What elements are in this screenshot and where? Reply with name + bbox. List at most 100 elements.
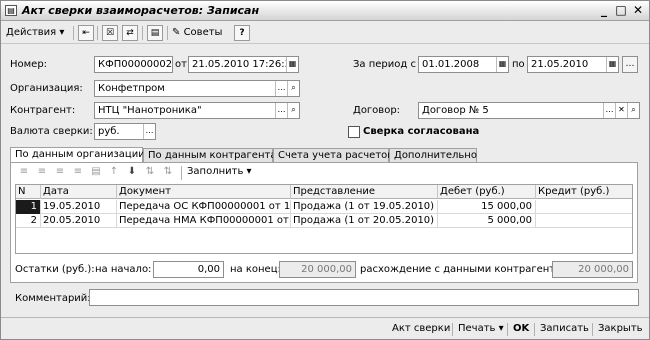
organization-value: Конфетпром: [98, 83, 165, 94]
calendar-icon[interactable]: ▦: [286, 57, 298, 72]
add-row-icon[interactable]: ≡: [18, 166, 30, 178]
column-header[interactable]: Документ: [117, 185, 291, 199]
search-icon[interactable]: ⌕: [287, 103, 299, 118]
delete-row-icon[interactable]: ≡: [72, 166, 84, 178]
period-to-value: 21.05.2010: [531, 59, 589, 70]
ellipsis-icon[interactable]: …: [275, 81, 287, 96]
contract-value: Договор № 5: [422, 105, 489, 116]
tab-panel: ≡ ≡ ≡ ≡ ▤ ↑ ⬇ ⇅ ⇅ Заполнить ▾ N Дата Док…: [10, 162, 638, 283]
agreed-label: Сверка согласована: [363, 126, 480, 137]
search-icon[interactable]: ⌕: [287, 81, 299, 96]
number-field[interactable]: КФП00000002: [94, 56, 173, 73]
footer-separator: [534, 323, 535, 336]
save-button[interactable]: Записать: [540, 321, 589, 337]
contract-field[interactable]: Договор № 5 … ✕ ⌕: [418, 102, 640, 119]
table-row[interactable]: 2 20.05.2010 Передача НМА КФП00000001 от…: [16, 214, 632, 228]
currency-value: руб.: [98, 126, 120, 137]
tab-settlement-accounts[interactable]: Счета учета расчетов: [273, 148, 393, 163]
move-down-icon[interactable]: ⬇: [126, 166, 138, 178]
chevron-down-icon: ▾: [246, 166, 252, 177]
post-document-icon[interactable]: ☒: [102, 25, 118, 41]
footer-separator: [507, 323, 508, 336]
credit-cell: [536, 214, 632, 228]
end-balance-field: 20 000,00: [279, 261, 356, 278]
start-balance-field[interactable]: 0,00: [153, 261, 224, 278]
copy-row-icon[interactable]: ≡: [36, 166, 48, 178]
fill-menu[interactable]: Заполнить ▾: [187, 165, 252, 179]
row-number-cell: 2: [16, 214, 41, 228]
report-icon[interactable]: ▤: [147, 25, 163, 41]
difference-field: 20 000,00: [552, 261, 633, 278]
window-title: Акт сверки взаиморасчетов: Записан: [22, 4, 260, 17]
print-menu[interactable]: Печать ▾: [458, 321, 504, 337]
date-cell: 19.05.2010: [41, 200, 117, 214]
currency-label: Валюта сверки:: [10, 126, 93, 137]
representation-cell: Продажа (1 от 20.05.2010): [291, 214, 438, 228]
back-arrow-icon[interactable]: ⇤: [78, 25, 94, 41]
print-label: Печать: [458, 323, 496, 334]
close-window-button[interactable]: ✕: [631, 3, 645, 17]
chevron-down-icon: ▾: [498, 323, 504, 334]
organization-field[interactable]: Конфетпром … ⌕: [94, 80, 300, 97]
date-field[interactable]: 21.05.2010 17:26:39 ▦: [188, 56, 299, 73]
period-select-button[interactable]: …: [622, 56, 638, 73]
clear-icon[interactable]: ✕: [615, 103, 627, 118]
minimize-button[interactable]: _: [597, 3, 611, 17]
number-label: Номер:: [10, 59, 48, 70]
comment-field[interactable]: [89, 289, 639, 306]
footer-separator: [592, 323, 593, 336]
date-cell: 20.05.2010: [41, 214, 117, 228]
column-header[interactable]: Кредит (руб.): [536, 185, 632, 199]
end-balance-label: на конец:: [230, 264, 281, 275]
period-to-field[interactable]: 21.05.2010 ▦: [527, 56, 619, 73]
period-to-label: по: [512, 59, 525, 70]
tab-counterparty-data[interactable]: По данным контрагента: [143, 148, 276, 163]
footer-bar: Акт сверки Печать ▾ OK Записать Закрыть: [1, 317, 649, 339]
edit-row-icon[interactable]: ≡: [54, 166, 66, 178]
main-toolbar: Действия ▾ ⇤ ☒ ⇄ ▤ ✎ Советы ?: [1, 22, 649, 44]
ellipsis-icon[interactable]: …: [603, 103, 615, 118]
search-icon[interactable]: ⌕: [627, 103, 639, 118]
tab-additional[interactable]: Дополнительно: [389, 148, 477, 163]
sort-desc-icon[interactable]: ⇅: [162, 166, 174, 178]
table-row[interactable]: 1 19.05.2010 Передача ОС КФП00000001 от …: [16, 200, 632, 214]
debit-cell: 15 000,00: [438, 200, 536, 214]
title-bar: ▤ Акт сверки взаиморасчетов: Записан _ □…: [1, 1, 649, 21]
maximize-button[interactable]: □: [614, 3, 628, 17]
sort-asc-icon[interactable]: ⇅: [144, 166, 156, 178]
counterparty-label: Контрагент:: [10, 105, 76, 116]
period-from-value: 01.01.2008: [422, 59, 480, 70]
calendar-icon[interactable]: ▦: [606, 57, 618, 72]
tab-organization-data[interactable]: По данным организации: [10, 147, 145, 163]
end-edit-icon[interactable]: ▤: [90, 166, 102, 178]
counterparty-field[interactable]: НТЦ "Нанотроника" … ⌕: [94, 102, 300, 119]
agreed-checkbox[interactable]: [348, 126, 360, 138]
reconciliation-act-button[interactable]: Акт сверки: [392, 321, 450, 337]
ok-button[interactable]: OK: [513, 321, 529, 337]
close-button[interactable]: Закрыть: [598, 321, 643, 337]
document-window: ▤ Акт сверки взаиморасчетов: Записан _ □…: [0, 0, 650, 340]
column-header[interactable]: Дебет (руб.): [438, 185, 536, 199]
toolbar-separator: [167, 26, 168, 40]
period-from-field[interactable]: 01.01.2008 ▦: [418, 56, 509, 73]
structure-icon[interactable]: ⇄: [122, 25, 138, 41]
document-cell: Передача ОС КФП00000001 от 19...: [119, 200, 291, 214]
column-header[interactable]: Представление: [291, 185, 438, 199]
toolbar-separator: [73, 26, 74, 40]
tips-button[interactable]: ✎ Советы: [172, 25, 222, 41]
column-header[interactable]: N: [16, 185, 41, 199]
calendar-icon[interactable]: ▦: [496, 57, 508, 72]
difference-label: расхождение с данными контрагента:: [360, 264, 565, 275]
comment-label: Комментарий:: [15, 293, 91, 304]
move-up-icon[interactable]: ↑: [108, 166, 120, 178]
currency-field[interactable]: руб. …: [94, 123, 156, 140]
column-header[interactable]: Дата: [41, 185, 117, 199]
counterparty-value: НТЦ "Нанотроника": [98, 105, 202, 116]
ellipsis-icon[interactable]: …: [143, 124, 155, 139]
tips-label: Советы: [183, 27, 223, 38]
start-balance-label: на начало:: [95, 264, 152, 275]
ellipsis-icon[interactable]: …: [275, 103, 287, 118]
help-button[interactable]: ?: [234, 25, 250, 41]
credit-cell: [536, 200, 632, 214]
actions-menu[interactable]: Действия ▾: [6, 25, 64, 41]
